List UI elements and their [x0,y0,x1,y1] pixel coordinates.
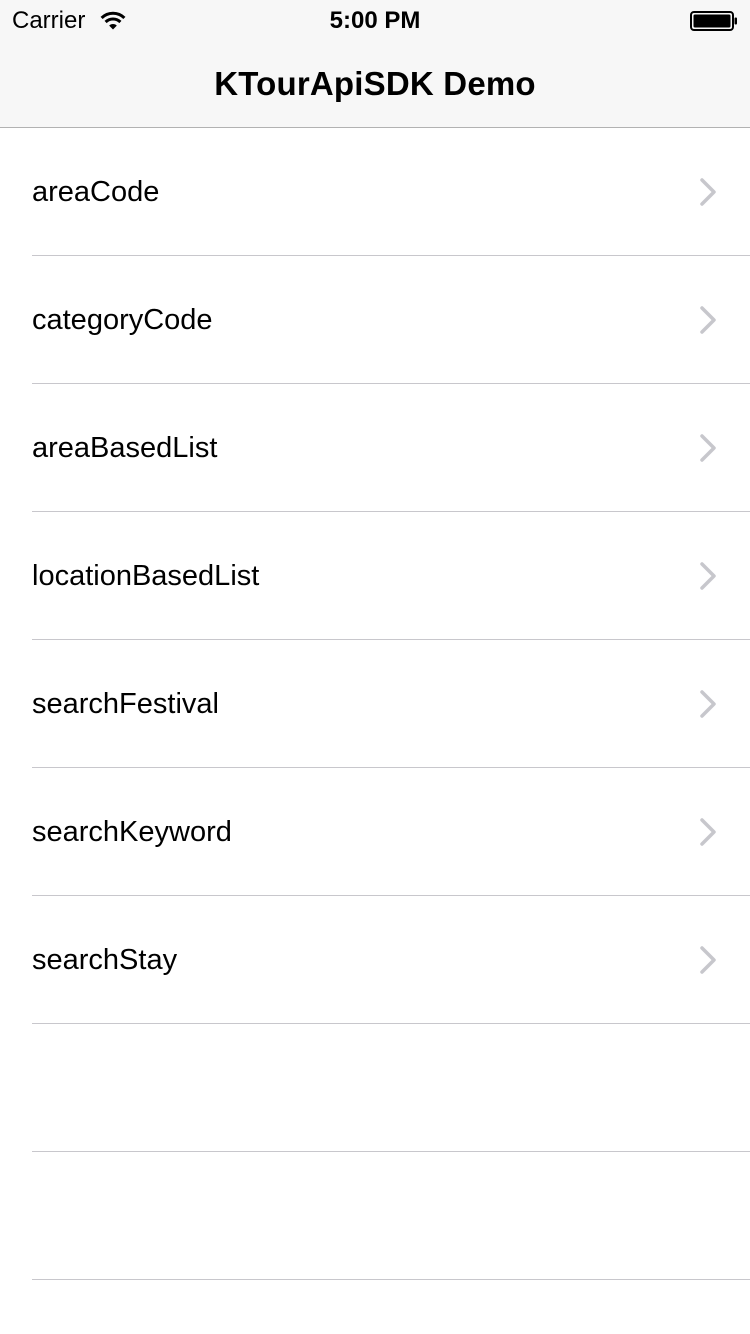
list-item-label: searchFestival [32,688,219,720]
list-item-label: searchStay [32,944,178,976]
list-item-label: areaCode [32,176,160,208]
chevron-right-icon [700,306,716,334]
list-item[interactable]: locationBasedList [0,512,750,640]
list-item[interactable]: categoryCode [0,256,750,384]
list-item[interactable]: searchKeyword [0,768,750,896]
list-item[interactable]: areaCode [0,128,750,256]
table-view[interactable]: areaCode categoryCode areaBasedList locatio… [0,128,750,1280]
empty-row [0,1024,750,1152]
app-screen: Carrier 5:00 PM KTourApiSDK Demo areaCod… [0,0,750,1334]
chevron-right-icon [700,434,716,462]
list-item-label: locationBasedList [32,560,260,592]
list-item-label: areaBasedList [32,432,218,464]
list-item[interactable]: searchStay [0,896,750,1024]
list-item-label: searchKeyword [32,816,232,848]
chevron-right-icon [700,178,716,206]
empty-row [0,1152,750,1280]
chevron-right-icon [700,946,716,974]
status-bar: Carrier 5:00 PM [0,0,750,40]
status-time: 5:00 PM [329,7,421,34]
chevron-right-icon [700,562,716,590]
navigation-bar: Carrier 5:00 PM KTourApiSDK Demo [0,0,750,128]
list-item[interactable]: areaBasedList [0,384,750,512]
list-item-label: categoryCode [32,304,213,336]
battery-icon [690,11,737,31]
chevron-right-icon [700,690,716,718]
page-title: KTourApiSDK Demo [214,65,536,102]
chevron-right-icon [700,818,716,846]
list-item[interactable]: searchFestival [0,640,750,768]
